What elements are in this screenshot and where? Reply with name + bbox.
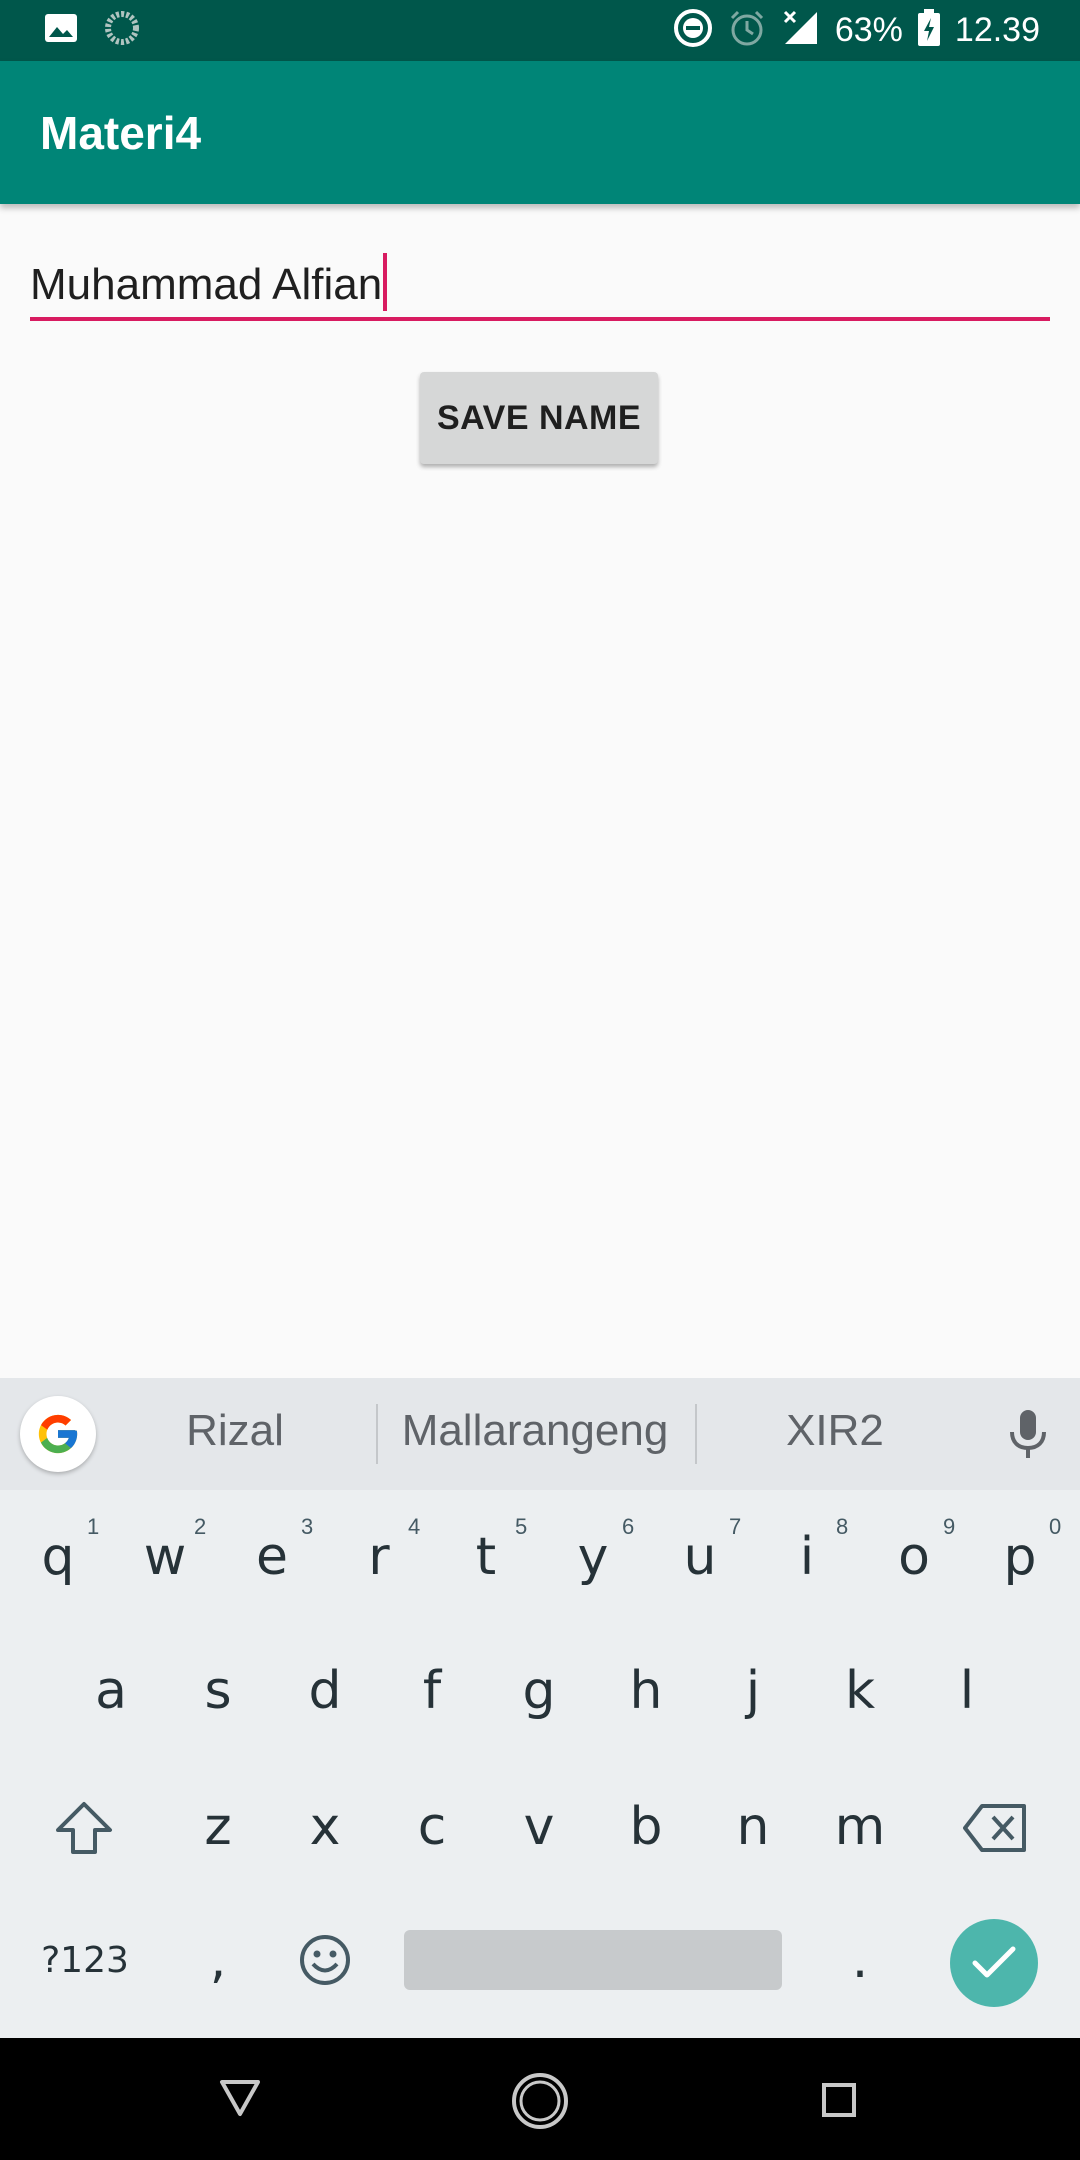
shift-key[interactable] [32, 1773, 136, 1883]
comma-key[interactable]: , [168, 1905, 268, 2015]
navigation-bar [0, 2038, 1080, 2160]
symbols-key[interactable]: ?123 [28, 1905, 142, 2015]
google-icon[interactable] [20, 1396, 96, 1472]
do-not-disturb-icon [673, 8, 713, 53]
alarm-icon [727, 8, 767, 53]
sync-notification-icon [104, 10, 140, 51]
key-s[interactable]: s [168, 1636, 268, 1746]
key-c[interactable]: c [382, 1772, 482, 1882]
back-icon[interactable] [218, 2078, 262, 2123]
microphone-icon[interactable] [1008, 1408, 1048, 1467]
key-d[interactable]: d [275, 1636, 375, 1746]
key-hint: 0 [1049, 1514, 1062, 1539]
key-g[interactable]: g [489, 1636, 589, 1746]
image-notification-icon [44, 13, 78, 48]
suggestion-3[interactable]: XIR2 [740, 1406, 930, 1456]
checkmark-icon [972, 1946, 1016, 1978]
key-x[interactable]: x [275, 1772, 375, 1882]
clock: 12.39 [954, 11, 1040, 49]
name-input-text[interactable]: Muhammad Alfian [30, 253, 388, 311]
soft-keyboard: Rizal Mallarangeng XIR2 q w e r t y u i … [0, 1378, 1080, 2038]
key-hint: 9 [943, 1514, 956, 1539]
battery-charging-icon [917, 9, 941, 52]
app-bar: Materi4 [0, 61, 1080, 204]
status-bar: 63% 12.39 [0, 0, 1080, 61]
signal-icon [781, 8, 821, 53]
backspace-key[interactable] [940, 1773, 1050, 1883]
key-h[interactable]: h [596, 1636, 696, 1746]
enter-key[interactable] [950, 1919, 1038, 2007]
name-input[interactable]: Muhammad Alfian [30, 245, 1050, 321]
emoji-icon [300, 1935, 350, 1985]
key-hint: 6 [622, 1514, 635, 1539]
period-key[interactable]: . [810, 1905, 910, 2015]
key-l[interactable]: l [917, 1636, 1017, 1746]
emoji-key[interactable] [275, 1905, 375, 2015]
recents-icon[interactable] [821, 2082, 857, 2123]
suggestion-2[interactable]: Mallarangeng [390, 1406, 680, 1456]
key-k[interactable]: k [810, 1636, 910, 1746]
key-hint: 3 [301, 1514, 314, 1539]
name-input-value: Muhammad Alfian [30, 260, 383, 309]
key-a[interactable]: a [61, 1636, 161, 1746]
key-f[interactable]: f [382, 1636, 482, 1746]
save-name-button[interactable]: SAVE NAME [420, 372, 658, 464]
key-n[interactable]: n [703, 1772, 803, 1882]
key-v[interactable]: v [489, 1772, 589, 1882]
key-j[interactable]: j [703, 1636, 803, 1746]
key-hint: 5 [515, 1514, 528, 1539]
app-title: Materi4 [40, 107, 202, 159]
suggestion-divider [695, 1404, 697, 1464]
key-b[interactable]: b [596, 1772, 696, 1882]
suggestion-1[interactable]: Rizal [140, 1406, 330, 1456]
key-hint: 8 [836, 1514, 849, 1539]
home-icon[interactable] [511, 2072, 569, 2135]
backspace-icon [963, 1804, 1026, 1852]
key-hint: 2 [194, 1514, 207, 1539]
text-cursor [383, 253, 388, 311]
key-hint: 1 [87, 1514, 100, 1539]
suggestion-divider [376, 1404, 378, 1464]
suggestion-strip: Rizal Mallarangeng XIR2 [0, 1378, 1080, 1490]
battery-percent: 63% [834, 11, 903, 49]
space-bar[interactable] [404, 1930, 782, 1990]
key-m[interactable]: m [810, 1772, 910, 1882]
key-hint: 7 [729, 1514, 742, 1539]
shift-icon [56, 1802, 112, 1854]
key-z[interactable]: z [168, 1772, 268, 1882]
key-hint: 4 [408, 1514, 421, 1539]
